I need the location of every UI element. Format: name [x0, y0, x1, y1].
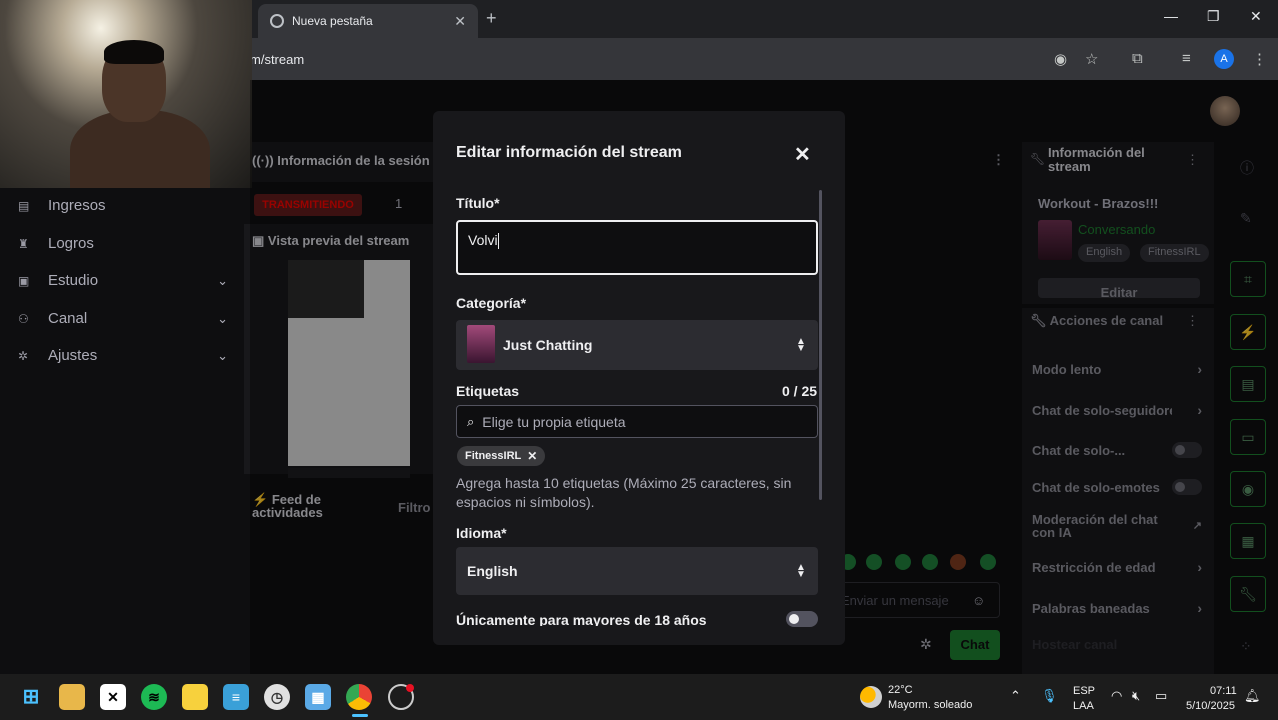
select-arrows-icon: ▲ ▼	[796, 336, 806, 354]
weather-desc: Mayorm. soleado	[888, 699, 973, 711]
title-field-label: Título*	[456, 195, 500, 211]
gear-icon: ✲	[18, 348, 29, 363]
bookmark-star-icon[interactable]: ☆	[1085, 50, 1098, 68]
tags-field-label: Etiquetas	[456, 383, 520, 399]
notification-dot	[406, 684, 414, 692]
title-input[interactable]: Volvi	[456, 220, 818, 275]
modal-close-button[interactable]: ✕	[794, 142, 811, 167]
url-field[interactable]: m/stream	[250, 52, 304, 67]
wifi-icon[interactable]: ◠	[1111, 688, 1122, 704]
sidebar-item-label: Canal	[48, 310, 88, 327]
tags-counter: 0 / 25	[782, 383, 818, 399]
sidebar-item-label: Estudio	[48, 272, 99, 289]
minimize-button[interactable]: —	[1164, 8, 1178, 24]
sidebar-item-estudio[interactable]: ▣ Estudio ⌄	[18, 272, 228, 289]
tag-search-input[interactable]: ⌕ Elige tu propia etiqueta	[456, 405, 818, 438]
chrome-icon[interactable]	[346, 684, 372, 710]
adult-only-label: Únicamente para mayores de 18 años	[456, 612, 707, 626]
spotify-icon[interactable]: ≋	[141, 684, 167, 710]
window-close-button[interactable]: ✕	[1250, 8, 1262, 25]
profile-avatar[interactable]: A	[1214, 49, 1234, 69]
search-icon: ⌕	[467, 413, 475, 429]
new-tab-button[interactable]: +	[486, 8, 497, 29]
webcam-person-hair	[104, 40, 164, 64]
battery-icon[interactable]: ▭	[1155, 688, 1167, 704]
media-controls-icon[interactable]: ≡	[1182, 50, 1191, 67]
text-cursor	[497, 233, 499, 250]
left-sidebar	[0, 188, 240, 674]
notification-bell-icon[interactable]: 🔔︎	[1244, 688, 1261, 704]
select-arrows-icon: ▲ ▼	[796, 562, 806, 580]
language-field-label: Idioma*	[456, 525, 507, 541]
file-explorer-icon[interactable]	[59, 684, 85, 710]
browser-menu-icon[interactable]: ⋮	[1252, 50, 1267, 68]
microphone-icon[interactable]: 🎙︎	[1041, 688, 1058, 704]
chevron-down-icon: ⌄	[217, 272, 228, 288]
sidebar-item-ajustes[interactable]: ✲ Ajustes ⌄	[18, 347, 228, 364]
coins-icon: ▤	[18, 198, 30, 213]
language-value: English	[467, 563, 518, 579]
calculator-icon[interactable]: ▦	[305, 684, 331, 710]
keyboard-layout-bottom[interactable]: LAA	[1073, 699, 1094, 713]
restore-button[interactable]: ❐	[1207, 8, 1220, 25]
clock-time[interactable]: 07:11	[1210, 684, 1237, 698]
category-value: Just Chatting	[503, 337, 593, 353]
sidebar-item-label: Ingresos	[48, 197, 106, 214]
sidebar-item-canal[interactable]: ⚇ Canal ⌄	[18, 310, 228, 327]
modal-title: Editar información del stream	[456, 144, 682, 161]
browser-tab-title: Nueva pestaña	[292, 14, 373, 28]
sticky-notes-icon[interactable]	[182, 684, 208, 710]
notepad-icon[interactable]: ≡	[223, 684, 249, 710]
channel-icon: ⚇	[18, 311, 29, 326]
sidebar-item-label: Ajustes	[48, 347, 98, 364]
chevron-up-icon[interactable]: ⌃	[1010, 688, 1021, 704]
active-app-indicator	[352, 714, 368, 717]
extensions-icon[interactable]: ⧉	[1132, 50, 1143, 67]
capcut-icon[interactable]: ✕	[100, 684, 126, 710]
chrome-favicon-icon	[270, 14, 284, 28]
sidebar-item-logros[interactable]: ♜ Logros	[18, 235, 228, 252]
tags-help-text: Agrega hasta 10 etiquetas (Máximo 25 car…	[456, 475, 792, 510]
clock-date[interactable]: 5/10/2025	[1186, 699, 1235, 713]
chevron-down-icon: ⌄	[217, 347, 228, 363]
category-field-label: Categoría*	[456, 295, 527, 311]
clock-app-icon[interactable]: ◷	[264, 684, 290, 710]
eye-icon[interactable]: ◉	[1054, 50, 1067, 68]
adult-only-toggle[interactable]	[786, 611, 818, 627]
sidebar-item-ingresos[interactable]: ▤ Ingresos	[18, 197, 228, 214]
category-thumbnail	[467, 325, 495, 363]
windows-start-icon[interactable]: ⊞	[18, 684, 44, 710]
studio-icon: ▣	[18, 273, 30, 288]
weather-temp: 22°C	[888, 684, 913, 696]
remove-tag-icon[interactable]: ✕	[527, 449, 537, 463]
webcam-overlay	[0, 0, 252, 188]
browser-tab[interactable]: Nueva pestaña ✕	[258, 4, 478, 38]
weather-icon[interactable]	[860, 686, 882, 708]
selected-tag-chip: FitnessIRL ✕	[457, 446, 546, 466]
speaker-muted-icon[interactable]: 🔇︎	[1132, 688, 1140, 704]
chevron-down-icon: ⌄	[217, 310, 228, 326]
modal-scrollbar[interactable]	[819, 190, 822, 500]
trophy-icon: ♜	[18, 236, 29, 251]
sidebar-item-label: Logros	[48, 235, 94, 252]
tab-close-icon[interactable]: ✕	[454, 13, 466, 30]
keyboard-layout-top[interactable]: ESP	[1073, 684, 1095, 698]
